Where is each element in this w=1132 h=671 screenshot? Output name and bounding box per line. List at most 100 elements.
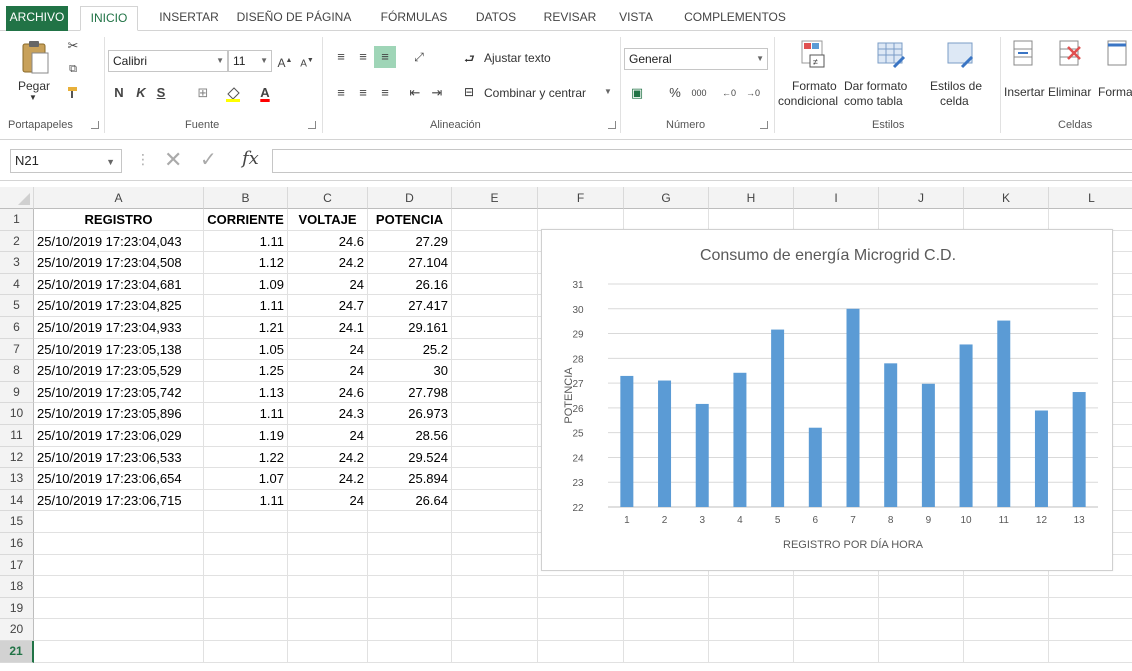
empty-cell[interactable] <box>709 576 794 598</box>
table-cell[interactable]: 25/10/2019 17:23:04,508 <box>34 252 204 274</box>
column-header-i[interactable]: I <box>794 187 879 209</box>
empty-cell[interactable] <box>964 576 1049 598</box>
row-header-18[interactable]: 18 <box>0 576 34 598</box>
empty-cell[interactable] <box>452 576 538 598</box>
table-cell[interactable]: 24.2 <box>288 446 368 469</box>
table-cell[interactable]: 24.2 <box>288 468 368 490</box>
table-cell[interactable]: 24 <box>288 425 368 447</box>
empty-cell[interactable] <box>452 641 538 663</box>
empty-cell[interactable] <box>1049 619 1132 641</box>
empty-cell[interactable] <box>452 619 538 641</box>
empty-cell[interactable] <box>34 576 204 598</box>
empty-cell[interactable] <box>452 230 538 253</box>
column-header-e[interactable]: E <box>452 187 538 209</box>
empty-cell[interactable] <box>288 597 368 620</box>
conditional-format-button[interactable]: ≠ Formato condicional <box>778 39 848 115</box>
empty-cell[interactable] <box>288 619 368 641</box>
increase-decimal-icon[interactable]: ←0 <box>718 82 740 104</box>
number-launcher-icon[interactable] <box>760 121 768 129</box>
increase-indent-icon[interactable]: ⇥ <box>426 82 448 104</box>
table-cell[interactable]: 24.6 <box>288 230 368 253</box>
empty-cell[interactable] <box>624 619 709 641</box>
empty-cell[interactable] <box>452 554 538 577</box>
empty-cell[interactable] <box>709 209 794 231</box>
table-cell[interactable]: 25/10/2019 17:23:05,742 <box>34 381 204 404</box>
empty-cell[interactable] <box>538 597 624 620</box>
empty-cell[interactable] <box>624 576 709 598</box>
empty-cell[interactable] <box>204 597 288 620</box>
table-cell[interactable]: 29.161 <box>368 317 452 339</box>
table-cell[interactable]: 26.16 <box>368 273 452 296</box>
column-header-h[interactable]: H <box>709 187 794 209</box>
table-cell[interactable]: 25/10/2019 17:23:05,896 <box>34 403 204 425</box>
clipboard-launcher-icon[interactable] <box>91 121 99 129</box>
align-top-icon[interactable]: ≡ <box>330 46 352 68</box>
column-header-f[interactable]: F <box>538 187 624 209</box>
row-header-6[interactable]: 6 <box>0 317 34 339</box>
row-header-9[interactable]: 9 <box>0 381 34 404</box>
row-header-17[interactable]: 17 <box>0 554 34 577</box>
table-cell[interactable]: 25/10/2019 17:23:05,529 <box>34 360 204 382</box>
empty-cell[interactable] <box>452 209 538 231</box>
empty-cell[interactable] <box>288 641 368 663</box>
empty-cell[interactable] <box>538 576 624 598</box>
empty-cell[interactable] <box>624 597 709 620</box>
table-cell[interactable]: 26.64 <box>368 489 452 512</box>
empty-cell[interactable] <box>204 641 288 663</box>
empty-cell[interactable] <box>368 641 452 663</box>
tab-datos[interactable]: DATOS <box>468 6 524 30</box>
table-cell[interactable]: 1.25 <box>204 360 288 382</box>
table-cell[interactable]: 24 <box>288 489 368 512</box>
insert-cells-button[interactable]: Insertar <box>1004 39 1048 115</box>
empty-cell[interactable] <box>794 597 879 620</box>
empty-cell[interactable] <box>709 641 794 663</box>
table-cell[interactable]: 25/10/2019 17:23:04,043 <box>34 230 204 253</box>
font-size-select[interactable]: 11 ▼ <box>228 50 272 72</box>
alignment-launcher-icon[interactable] <box>608 121 616 129</box>
paste-button[interactable]: Pegar ▼ <box>14 39 54 105</box>
cut-icon[interactable]: ✂ <box>62 35 84 57</box>
table-cell[interactable]: 1.07 <box>204 468 288 490</box>
number-format-select[interactable]: General ▼ <box>624 48 768 70</box>
empty-cell[interactable] <box>1049 641 1132 663</box>
table-cell[interactable]: 27.798 <box>368 381 452 404</box>
header-cell[interactable]: REGISTRO <box>34 209 204 231</box>
table-cell[interactable]: 1.11 <box>204 489 288 512</box>
empty-cell[interactable] <box>204 619 288 641</box>
empty-cell[interactable] <box>964 209 1049 231</box>
empty-cell[interactable] <box>204 533 288 555</box>
empty-cell[interactable] <box>452 597 538 620</box>
empty-cell[interactable] <box>964 641 1049 663</box>
fill-color-icon[interactable] <box>222 82 244 104</box>
empty-cell[interactable] <box>288 576 368 598</box>
tab-diseno-pagina[interactable]: DISEÑO DE PÁGINA <box>235 6 353 30</box>
table-cell[interactable]: 1.11 <box>204 403 288 425</box>
empty-cell[interactable] <box>288 533 368 555</box>
empty-cell[interactable] <box>879 576 964 598</box>
column-header-c[interactable]: C <box>288 187 368 209</box>
table-cell[interactable]: 25.2 <box>368 338 452 361</box>
copy-icon[interactable]: ⧉ <box>62 58 84 80</box>
table-cell[interactable]: 30 <box>368 360 452 382</box>
tab-inicio[interactable]: INICIO <box>80 6 138 31</box>
table-cell[interactable]: 24.6 <box>288 381 368 404</box>
table-cell[interactable]: 25/10/2019 17:23:06,715 <box>34 489 204 512</box>
row-header-4[interactable]: 4 <box>0 273 34 296</box>
column-header-a[interactable]: A <box>34 187 204 209</box>
empty-cell[interactable] <box>879 209 964 231</box>
enter-icon[interactable]: ✓ <box>200 147 217 173</box>
font-launcher-icon[interactable] <box>308 121 316 129</box>
tab-complementos[interactable]: COMPLEMENTOS <box>676 6 794 30</box>
font-family-select[interactable]: Calibri ▼ <box>108 50 228 72</box>
align-middle-icon[interactable]: ≡ <box>352 46 374 68</box>
row-header-19[interactable]: 19 <box>0 597 34 620</box>
table-cell[interactable]: 27.417 <box>368 295 452 317</box>
empty-cell[interactable] <box>879 619 964 641</box>
row-header-12[interactable]: 12 <box>0 446 34 469</box>
empty-cell[interactable] <box>452 511 538 533</box>
format-painter-icon[interactable] <box>62 81 84 103</box>
column-header-g[interactable]: G <box>624 187 709 209</box>
column-header-j[interactable]: J <box>879 187 964 209</box>
empty-cell[interactable] <box>879 597 964 620</box>
empty-cell[interactable] <box>452 273 538 296</box>
